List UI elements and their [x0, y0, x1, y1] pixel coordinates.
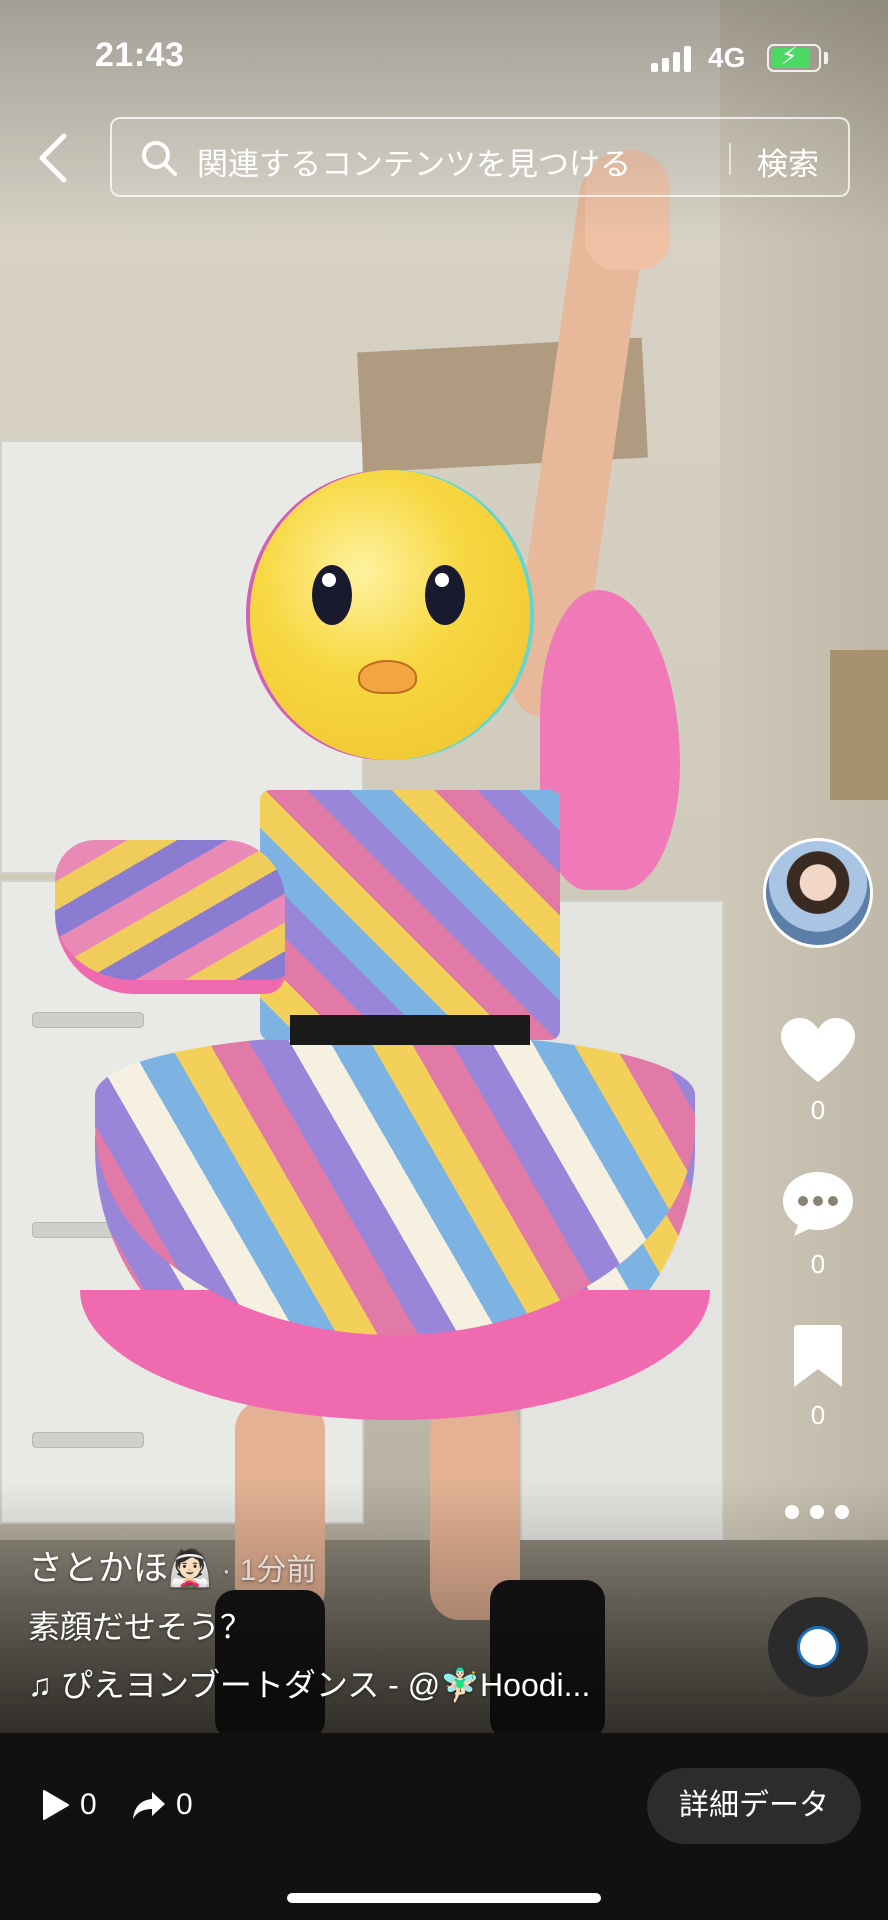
search-placeholder[interactable]: 関連するコンテンツを見つける: [197, 139, 631, 184]
bookmark-count: 0: [810, 1400, 826, 1430]
creator-avatar[interactable]: [763, 838, 873, 948]
chick-face-sticker: [250, 470, 530, 760]
signal-icon: [651, 46, 693, 72]
home-indicator[interactable]: [287, 1893, 601, 1903]
more-icon: [835, 1505, 849, 1519]
sticker-eye: [312, 565, 352, 625]
play-icon: [43, 1790, 69, 1820]
music-disc[interactable]: [768, 1597, 868, 1697]
detail-data-button[interactable]: 詳細データ: [647, 1768, 861, 1844]
back-arrow-icon: [39, 133, 67, 183]
comment-icon: [783, 1172, 853, 1236]
charging-bolt-icon: ⚡: [781, 43, 798, 70]
comment-count: 0: [810, 1249, 826, 1279]
screen: 21:43 4G ⚡ 関連するコンテンツを見つける 検索 0 0 0 さとかほ👰…: [0, 0, 888, 1920]
bookmark-icon: [794, 1325, 842, 1387]
caption-text: 素顔だせそう？: [28, 1609, 253, 1645]
caption-header[interactable]: さとかほ👰🏻 · 1分前: [28, 1540, 316, 1591]
username[interactable]: さとかほ👰🏻: [28, 1549, 212, 1588]
bookmark-button[interactable]: 0: [768, 1325, 868, 1431]
music-title[interactable]: ♫ ぴえヨンブートダンス - @🧚🏻‍♂️Hoodi...: [28, 1660, 590, 1706]
more-icon: [810, 1505, 824, 1519]
share-count: 0: [176, 1788, 193, 1821]
like-count: 0: [810, 1095, 826, 1125]
video-cardboard-box: [830, 650, 888, 800]
search-divider: [729, 143, 731, 175]
video-sleeve-ruffle: [55, 840, 285, 994]
more-options-button[interactable]: [785, 1497, 855, 1527]
heart-icon: [781, 1018, 855, 1082]
video-sleeve-ruffle: [540, 590, 680, 890]
bottom-bar: 0 0 詳細データ: [0, 1733, 888, 1920]
share-icon: [133, 1792, 165, 1819]
sticker-eye: [425, 565, 465, 625]
status-time: 21:43: [95, 36, 185, 74]
play-stat: 0: [42, 1788, 97, 1822]
search-icon: [142, 141, 177, 176]
share-stat: 0: [132, 1788, 193, 1822]
sticker-beak: [358, 660, 417, 694]
network-label: 4G: [708, 42, 746, 73]
more-icon: [785, 1505, 799, 1519]
play-count: 0: [80, 1788, 97, 1821]
search-bar[interactable]: 関連するコンテンツを見つける 検索: [110, 117, 850, 197]
video-player[interactable]: [0, 0, 888, 1733]
music-disc-logo: [797, 1626, 839, 1668]
back-button[interactable]: [30, 128, 80, 188]
video-belt: [290, 1015, 530, 1045]
search-button[interactable]: 検索: [757, 139, 819, 184]
like-button[interactable]: 0: [768, 1018, 868, 1126]
post-time: · 1分前: [221, 1554, 317, 1587]
battery-nub: [824, 52, 828, 64]
video-bodice: [260, 790, 560, 1040]
comment-button[interactable]: 0: [768, 1170, 868, 1280]
